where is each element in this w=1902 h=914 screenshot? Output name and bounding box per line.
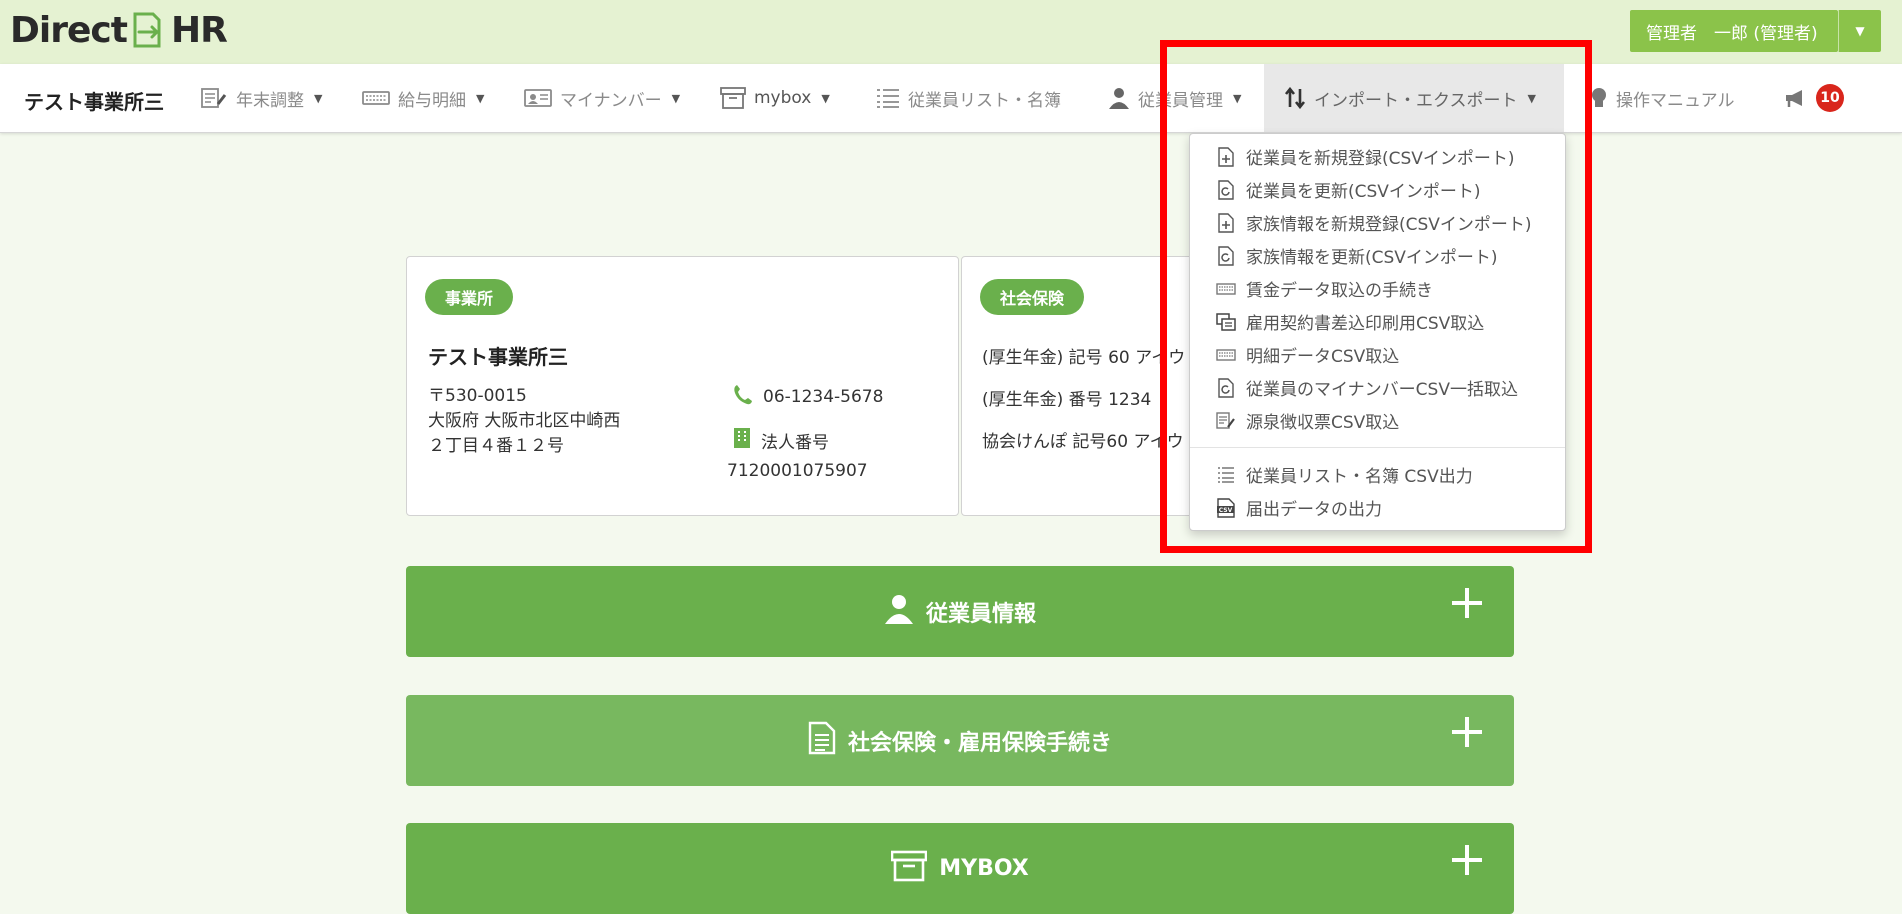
id-card-icon [524,88,552,108]
nav-payslip[interactable]: 給与明細 ▼ [362,64,484,132]
document-icon [808,721,836,761]
section-employee-info[interactable]: 従業員情報 [406,566,1514,657]
user-menu-caret[interactable]: ▼ [1838,10,1881,52]
nav-mynumber[interactable]: マイナンバー ▼ [524,64,680,132]
list-icon [876,87,900,109]
user-icon [884,594,914,630]
user-name: 管理者 一郎 (管理者) [1646,23,1818,44]
main-nav: テスト事業所三 年末調整 ▼ 給与明細 ▼ マイナンバー ▼ mybox ▼ 従… [0,64,1902,133]
plus-icon[interactable] [1450,715,1484,749]
logo[interactable]: Direct HR [10,8,228,52]
archive-box-icon [890,850,928,888]
top-header: Direct HR 管理者 一郎 (管理者) ▼ [0,0,1902,64]
address-line2: ２丁目４番１２号 [428,436,564,456]
corp-number-label: 法人番号 [761,433,829,453]
plus-icon[interactable] [1450,843,1484,877]
office-pill: 事業所 [425,279,514,315]
nav-label: マイナンバー [560,90,662,111]
nav-label: 従業員リスト・名簿 [908,90,1061,111]
megaphone-icon [1784,88,1810,108]
nav-mybox[interactable]: mybox ▼ [720,64,830,132]
nav-year-end-adjustment[interactable]: 年末調整 ▼ [200,64,322,132]
address-line1: 大阪府 大阪市北区中崎西 [428,411,621,431]
section-label: 従業員情報 [925,601,1036,627]
section-mybox[interactable]: MYBOX [406,823,1514,914]
logo-text-left: Direct [10,9,128,51]
building-icon [733,427,751,454]
user-menu-button[interactable]: 管理者 一郎 (管理者) [1630,10,1838,52]
corp-number-row: 法人番号 [733,427,829,454]
section-label: MYBOX [939,856,1029,881]
nav-label: 年末調整 [236,90,304,111]
caret-down-icon: ▼ [476,91,485,105]
nav-label: 給与明細 [398,90,466,111]
plus-icon[interactable] [1450,586,1484,620]
pension-number: (厚生年金) 番号 1234 [982,390,1152,410]
phone-number: 06-1234-5678 [763,386,884,407]
chevron-down-icon: ▼ [1855,24,1865,38]
postal-code: 〒530-0015 [428,386,527,406]
office-brand[interactable]: テスト事業所三 [24,86,164,115]
insurance-pill: 社会保険 [980,279,1085,315]
section-label: 社会保険・雇用保険手続き [847,730,1112,756]
phone-icon [733,383,753,410]
nav-label: 操作マニュアル [1616,90,1735,111]
nav-employee-list[interactable]: 従業員リスト・名簿 [876,64,1061,132]
keyboard-icon [362,90,390,106]
nav-label: mybox [754,88,812,108]
office-card: 事業所 テスト事業所三 〒530-0015 大阪府 大阪市北区中崎西 ２丁目４番… [406,256,959,516]
pension-symbol: (厚生年金) 記号 60 アイウ [982,348,1186,368]
nav-manual[interactable]: 操作マニュアル [1590,64,1735,132]
document-edit-icon [200,87,228,109]
caret-down-icon: ▼ [821,91,830,105]
logo-mark-icon [129,10,169,50]
nav-notifications[interactable]: 10 [1784,64,1844,132]
caret-down-icon: ▼ [314,91,323,105]
archive-box-icon [720,86,746,110]
office-name: テスト事業所三 [428,345,568,369]
user-icon [1108,87,1130,109]
highlight-box [1160,40,1592,553]
notification-badge: 10 [1816,84,1844,112]
logo-text-right: HR [170,9,228,51]
lightbulb-icon [1590,87,1608,109]
phone-row: 06-1234-5678 [733,383,883,410]
corp-number: 7120001075907 [727,461,868,481]
health-insurance-symbol: 協会けんぽ 記号60 アイウ [982,432,1184,452]
caret-down-icon: ▼ [671,91,681,105]
section-social-insurance[interactable]: 社会保険・雇用保険手続き [406,695,1514,786]
